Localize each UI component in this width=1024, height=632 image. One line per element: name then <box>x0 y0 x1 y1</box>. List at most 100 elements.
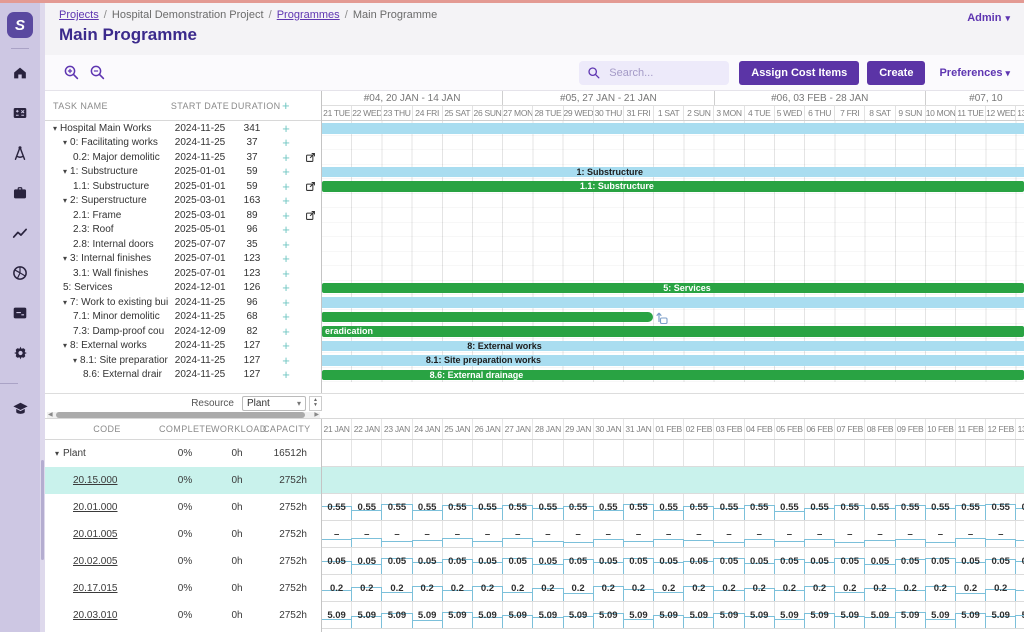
task-name-cell[interactable]: 2.1: Frame <box>45 210 169 221</box>
add-subtask-icon[interactable]: + <box>273 368 299 381</box>
open-task-icon[interactable] <box>299 152 321 163</box>
allocation-cell[interactable] <box>473 440 504 466</box>
allocation-cell[interactable]: 0.05 <box>351 548 383 574</box>
sidebar-item-aperture[interactable] <box>0 253 40 293</box>
allocation-cell[interactable] <box>745 440 775 466</box>
allocation-cell[interactable]: – <box>532 521 564 547</box>
allocation-cell[interactable]: 5.09 <box>592 602 624 628</box>
allocation-cell[interactable]: – <box>562 521 594 547</box>
task-row[interactable]: ▾ 8.1: Site preparatior 2024-11-25 127 + <box>45 353 321 368</box>
allocation-cell[interactable]: 0.2 <box>683 575 715 601</box>
allocation-cell[interactable]: 0.55 <box>322 494 353 520</box>
allocation-cell[interactable]: – <box>954 521 987 547</box>
task-name-cell[interactable]: 8.6: External drair <box>45 369 169 380</box>
allocation-cell[interactable]: 0.05 <box>985 548 1017 574</box>
collapse-caret-icon[interactable]: ▾ <box>63 254 67 263</box>
allocation-cell[interactable]: 0.2 <box>322 575 353 601</box>
allocation-cell[interactable]: 0.55 <box>351 494 383 520</box>
allocation-cell[interactable]: 0.05 <box>954 548 987 574</box>
allocation-cell[interactable] <box>624 440 655 466</box>
allocation-cell[interactable]: 5.09 <box>532 602 564 628</box>
open-task-icon[interactable] <box>299 210 321 221</box>
resource-row[interactable]: 20.01.000 0% 0h 2752h <box>45 494 321 521</box>
allocation-cell[interactable]: 0.05 <box>864 548 896 574</box>
allocation-cell[interactable]: 0.05 <box>562 548 594 574</box>
allocation-cell[interactable] <box>503 440 534 466</box>
allocation-cell[interactable]: – <box>864 521 896 547</box>
task-row[interactable]: ▾ 3: Internal finishes 2025-07-01 123 + <box>45 252 321 267</box>
allocation-cell[interactable]: 0.2 <box>411 575 443 601</box>
breadcrumb-item[interactable]: Projects <box>59 9 99 21</box>
gantt-bar-summary[interactable]: 1: Substructure <box>322 166 1024 177</box>
task-row[interactable]: 5: Services 2024-12-01 126 + <box>45 281 321 296</box>
allocation-cell[interactable]: 0.2 <box>864 575 896 601</box>
add-subtask-icon[interactable]: + <box>273 136 299 149</box>
sidebar-item-home[interactable] <box>0 53 40 93</box>
allocation-cell[interactable]: 0.05 <box>502 548 534 574</box>
gantt-bar-task[interactable]: 1.1: Substructure <box>322 181 1024 192</box>
add-subtask-icon[interactable]: + <box>273 281 299 294</box>
allocation-cell[interactable]: 0.2 <box>471 575 504 601</box>
allocation-cell[interactable]: 0.2 <box>985 575 1017 601</box>
collapse-caret-icon[interactable]: ▾ <box>63 167 67 176</box>
allocation-cell[interactable]: 0.55 <box>864 494 896 520</box>
task-row[interactable]: ▾ Hospital Main Works 2024-11-25 341 + <box>45 121 321 136</box>
task-name-cell[interactable]: ▾ 7: Work to existing bui <box>45 297 169 308</box>
gantt-bar-task[interactable]: eradication <box>322 326 1024 337</box>
allocation-cell[interactable] <box>413 440 443 466</box>
resource-row[interactable]: 20.03.010 0% 0h 2752h <box>45 602 321 629</box>
add-subtask-icon[interactable]: + <box>273 339 299 352</box>
resource-code-link[interactable]: 20.17.015 <box>73 583 118 594</box>
allocation-cell[interactable]: 0.55 <box>381 494 413 520</box>
allocation-cell[interactable] <box>926 440 956 466</box>
task-name-cell[interactable]: 2.8: Internal doors <box>45 239 169 250</box>
allocation-cell[interactable]: 0.2 <box>743 575 775 601</box>
allocation-cell[interactable] <box>956 440 987 466</box>
allocation-cell[interactable]: 5.09 <box>924 602 956 628</box>
allocation-cell[interactable]: 0.2 <box>502 575 534 601</box>
resource-row[interactable]: 20.02.005 0% 0h 2752h <box>45 548 321 575</box>
allocation-cell[interactable]: 0.2 <box>804 575 836 601</box>
allocation-cell[interactable]: 5.09 <box>743 602 775 628</box>
allocation-cell[interactable]: 0.2 <box>894 575 926 601</box>
collapse-caret-icon[interactable]: ▾ <box>73 356 77 365</box>
allocation-cell[interactable] <box>322 467 352 493</box>
task-name-cell[interactable]: 5: Services <box>45 282 169 293</box>
horizontal-scrollbar[interactable]: ◀ ▶ <box>47 412 320 418</box>
allocation-cell[interactable] <box>413 467 443 493</box>
allocation-cell[interactable]: 5.09 <box>683 602 715 628</box>
add-subtask-icon[interactable]: + <box>273 267 299 280</box>
allocation-cell[interactable]: 0.05 <box>773 548 805 574</box>
allocation-cell[interactable]: 0.55 <box>532 494 564 520</box>
resource-code-link[interactable]: 20.01.000 <box>73 502 118 513</box>
allocation-cell[interactable]: 0.05 <box>683 548 715 574</box>
resource-row[interactable]: ▾ Plant 0% 0h 16512h <box>45 440 321 467</box>
open-task-icon[interactable] <box>299 181 321 192</box>
allocation-cell[interactable]: 5.09 <box>894 602 926 628</box>
task-name-cell[interactable]: 1.1: Substructure <box>45 181 169 192</box>
allocation-cell[interactable]: 0.05 <box>532 548 564 574</box>
gantt-bar-summary[interactable] <box>322 297 1024 308</box>
task-row[interactable]: 1.1: Substructure 2025-01-01 59 + <box>45 179 321 194</box>
allocation-cell[interactable]: 0.55 <box>894 494 926 520</box>
allocation-cell[interactable] <box>775 440 805 466</box>
allocation-cell[interactable] <box>775 467 805 493</box>
search-input[interactable] <box>607 65 718 80</box>
allocation-cell[interactable] <box>533 467 563 493</box>
allocation-cell[interactable] <box>564 467 594 493</box>
allocation-cell[interactable] <box>745 467 775 493</box>
sidebar-item-notes-card[interactable] <box>0 293 40 333</box>
task-name-cell[interactable]: ▾ 1: Substructure <box>45 166 169 177</box>
allocation-cell[interactable]: 0.55 <box>502 494 534 520</box>
add-subtask-icon[interactable]: + <box>273 238 299 251</box>
allocation-cell[interactable]: 0.2 <box>381 575 413 601</box>
allocation-cell[interactable]: 0.2 <box>773 575 805 601</box>
allocation-cell[interactable]: 5.09 <box>1015 602 1024 628</box>
allocation-cell[interactable] <box>382 440 413 466</box>
allocation-cell[interactable]: 0.05 <box>381 548 413 574</box>
task-name-cell[interactable]: ▾ 0: Facilitating works <box>45 137 169 148</box>
gantt-bar-task[interactable]: 5: Services <box>322 282 1024 293</box>
allocation-cell[interactable]: 0.55 <box>713 494 745 520</box>
task-row[interactable]: ▾ 2: Superstructure 2025-03-01 163 + <box>45 194 321 209</box>
sidebar-item-graduation-cap[interactable] <box>0 388 40 428</box>
